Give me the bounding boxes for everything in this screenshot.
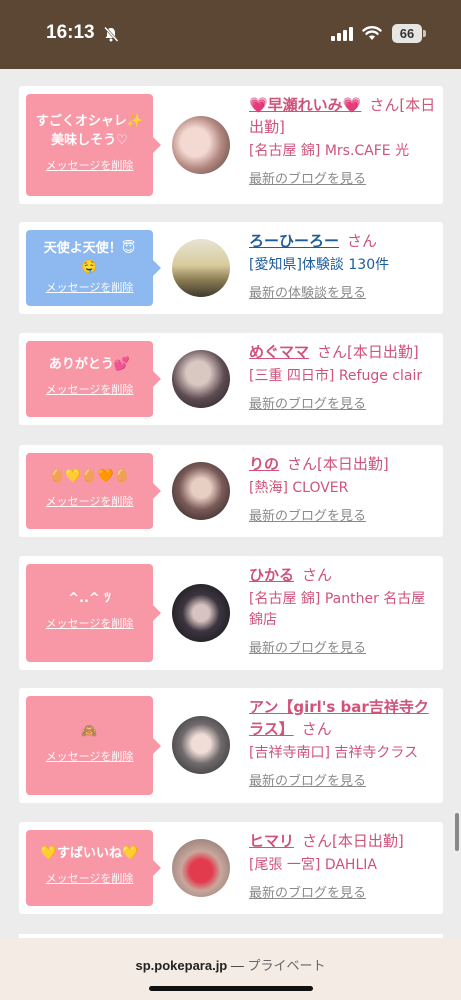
status-time: 16:13 [46,22,95,43]
private-mode-label: プライベート [247,958,326,973]
profile-info: アン【girl's bar吉祥寺クラス】 さん [吉祥寺南口] 吉祥寺クラス 最新… [249,696,439,789]
scrollbar[interactable] [455,813,459,851]
message-text: 🥚💛🥚🧡🥚 [49,469,130,484]
browser-address-bar: sp.pokepara.jp — プライベート [0,938,461,1000]
name-suffix: さん[本日出勤] [302,832,404,850]
message-card: 天使よ天使！😇 🤤 メッセージを削除 ろーひーろー さん [愛知県]体験談 130… [19,222,443,314]
latest-review-link[interactable]: 最新の体験談を見る [249,282,439,301]
name-suffix: さん [347,232,378,250]
shop-info: [尾張 一宮] DAHLIA [249,857,377,873]
latest-blog-link[interactable]: 最新のブログを見る [249,505,439,524]
delete-message-link[interactable]: メッセージを削除 [26,748,153,764]
name-suffix: さん [302,566,333,584]
profile-name-link[interactable]: ヒマリ [249,832,294,850]
status-bar: 16:13 66 [0,0,461,69]
profile-info: めぐママ さん[本日出勤] [三重 四日市] Refuge clair 最新のブロ… [249,341,439,412]
message-card: ^..^ ﾂ メッセージを削除 ひかる さん [名古屋 錦] Panther 名古… [19,556,443,670]
delete-message-link[interactable]: メッセージを削除 [26,157,153,173]
battery-icon: 66 [392,24,422,43]
message-text: ありがとう💕 [48,357,131,372]
profile-name-link[interactable]: ろーひーろー [249,232,339,250]
review-count: [愛知県]体験談 130件 [249,257,390,273]
wifi-icon [362,26,382,40]
message-bubble: すごくオシャレ✨ 美味しそう♡ メッセージを削除 [26,94,161,196]
profile-info: ろーひーろー さん [愛知県]体験談 130件 最新の体験談を見る [249,230,439,301]
message-text: 🙈 [81,724,98,739]
message-text: 💛すばいいね💛 [40,846,139,861]
avatar[interactable] [172,462,230,520]
avatar[interactable] [172,839,230,897]
profile-info: ヒマリ さん[本日出勤] [尾張 一宮] DAHLIA 最新のブログを見る [249,830,439,901]
name-suffix: さん[本日出勤] [287,455,389,473]
latest-blog-link[interactable]: 最新のブログを見る [249,637,439,656]
message-bubble: 💛すばいいね💛 メッセージを削除 [26,830,161,906]
profile-info: ひかる さん [名古屋 錦] Panther 名古屋錦店 最新のブログを見る [249,564,439,656]
profile-name-link[interactable]: アン【girl's bar吉祥寺クラス】 [249,698,429,738]
message-card: 🥚💛🥚🧡🥚 メッセージを削除 りの さん[本日出勤] [熱海] CLOVER 最新… [19,445,443,537]
delete-message-link[interactable]: メッセージを削除 [26,381,153,397]
profile-name-link[interactable]: りの [249,455,279,473]
latest-blog-link[interactable]: 最新のブログを見る [249,168,439,187]
message-card: 🙈 メッセージを削除 アン【girl's bar吉祥寺クラス】 さん [吉祥寺南口… [19,688,443,803]
bell-muted-icon [104,26,119,42]
latest-blog-link[interactable]: 最新のブログを見る [249,882,439,901]
latest-blog-link[interactable]: 最新のブログを見る [249,770,439,789]
name-suffix: さん [301,720,332,738]
message-card: 💛すばいいね💛 メッセージを削除 ヒマリ さん[本日出勤] [尾張 一宮] DAH… [19,822,443,914]
avatar[interactable] [172,584,230,642]
shop-info: [名古屋 錦] Panther 名古屋錦店 [249,591,426,628]
name-suffix: さん[本日出勤] [317,343,419,361]
profile-info: 💗早瀬れいみ💗 さん[本日出勤] [名古屋 錦] Mrs.CAFE 光 最新のブロ… [249,94,439,187]
delete-message-link[interactable]: メッセージを削除 [26,870,153,886]
message-text: ^..^ ﾂ [68,591,111,606]
delete-message-link[interactable]: メッセージを削除 [26,493,153,509]
url-separator: — [227,958,248,973]
message-bubble: 🥚💛🥚🧡🥚 メッセージを削除 [26,453,161,529]
message-text: すごくオシャレ✨ 美味しそう♡ [35,114,144,148]
message-card: すごくオシャレ✨ 美味しそう♡ メッセージを削除 💗早瀬れいみ💗 さん[本日出勤]… [19,86,443,204]
shop-info: [熱海] CLOVER [249,480,349,496]
profile-info: りの さん[本日出勤] [熱海] CLOVER 最新のブログを見る [249,453,439,524]
message-bubble: ありがとう💕 メッセージを削除 [26,341,161,417]
avatar[interactable] [172,350,230,408]
shop-info: [吉祥寺南口] 吉祥寺クラス [249,745,419,761]
message-bubble: 天使よ天使！😇 🤤 メッセージを削除 [26,230,161,306]
delete-message-link[interactable]: メッセージを削除 [26,615,153,631]
latest-blog-link[interactable]: 最新のブログを見る [249,393,439,412]
shop-info: [三重 四日市] Refuge clair [249,368,423,384]
battery-nub [423,30,426,37]
cellular-signal-icon [331,27,353,41]
delete-message-link[interactable]: メッセージを削除 [26,279,153,295]
avatar[interactable] [172,716,230,774]
home-indicator[interactable] [149,986,313,991]
avatar[interactable] [172,116,230,174]
profile-name-link[interactable]: めぐママ [249,343,309,361]
profile-name-link[interactable]: 💗早瀬れいみ💗 [249,96,361,114]
message-bubble: ^..^ ﾂ メッセージを削除 [26,564,161,662]
url-label[interactable]: sp.pokepara.jp — プライベート [0,955,461,974]
profile-name-link[interactable]: ひかる [249,566,294,584]
message-text: 天使よ天使！😇 🤤 [43,241,136,275]
url-domain: sp.pokepara.jp [135,958,228,973]
message-card: ありがとう💕 メッセージを削除 めぐママ さん[本日出勤] [三重 四日市] Re… [19,333,443,425]
shop-info: [名古屋 錦] Mrs.CAFE 光 [249,143,410,159]
avatar[interactable] [172,239,230,297]
message-bubble: 🙈 メッセージを削除 [26,696,161,795]
